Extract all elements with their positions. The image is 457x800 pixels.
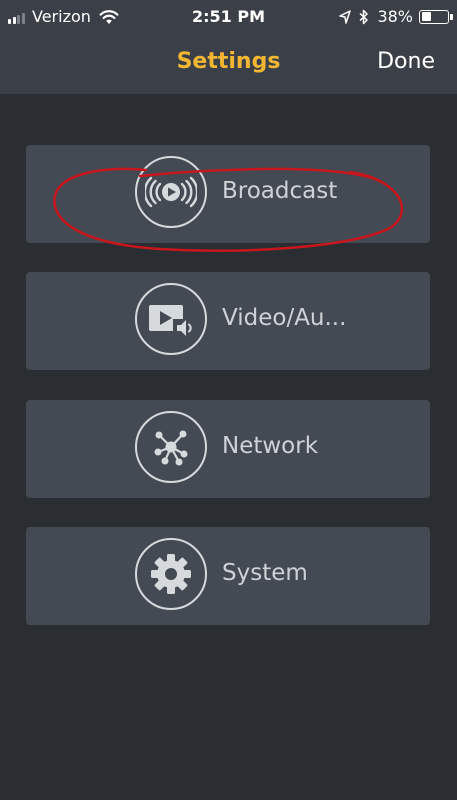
video-audio-icon	[135, 283, 207, 355]
broadcast-label: Broadcast	[222, 178, 338, 204]
settings-screen: Verizon 2:51 PM 38% Settings Done Broadc…	[0, 0, 457, 800]
done-button[interactable]: Done	[377, 49, 435, 74]
status-bar: Verizon 2:51 PM 38%	[0, 0, 457, 34]
broadcast-icon	[135, 156, 207, 228]
navigation-bar: Settings Done	[0, 34, 457, 94]
battery-percent: 38%	[377, 7, 413, 26]
video-audio-label: Video/Au...	[222, 305, 347, 331]
status-right: 38%	[331, 7, 453, 26]
system-button[interactable]: System	[26, 527, 430, 625]
system-label: System	[222, 560, 308, 586]
network-button[interactable]: Network	[26, 400, 430, 498]
network-icon	[135, 411, 207, 483]
network-label: Network	[222, 433, 319, 459]
bluetooth-icon	[359, 9, 369, 24]
broadcast-button[interactable]: Broadcast	[26, 145, 430, 243]
battery-icon	[419, 9, 453, 24]
gear-icon	[135, 538, 207, 610]
location-arrow-icon	[339, 9, 352, 24]
video-audio-button[interactable]: Video/Au...	[26, 272, 430, 370]
